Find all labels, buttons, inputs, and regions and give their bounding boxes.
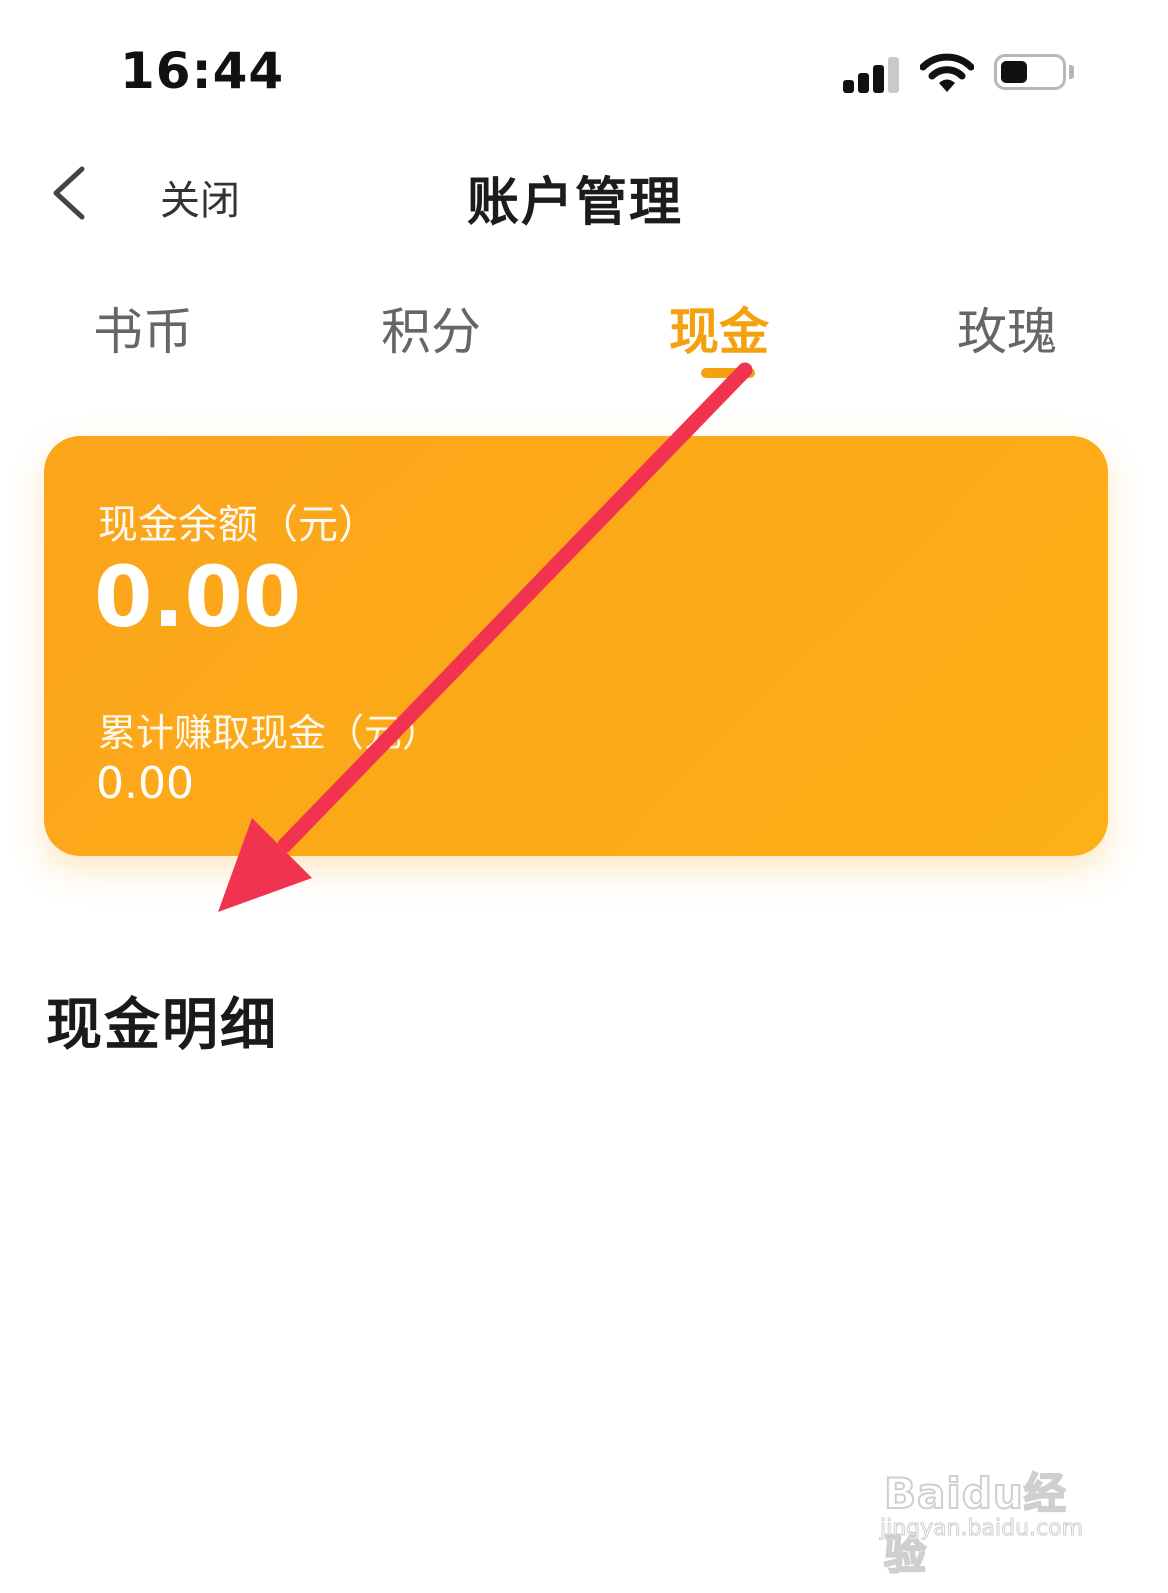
baidu-jingyan-watermark: Baidu经验 jingyan.baidu.com <box>879 1440 1100 1580</box>
cash-balance-card: 现金余额（元） 0.00 累计赚取现金（元） 0.00 <box>44 436 1108 856</box>
cumulative-earned-value: 0.00 <box>96 758 194 809</box>
cash-balance-value: 0.00 <box>94 548 302 646</box>
cellular-signal-icon <box>843 55 903 93</box>
battery-icon <box>994 54 1066 90</box>
tab-roses[interactable]: 玫瑰 <box>907 292 1107 364</box>
tab-cash[interactable]: 现金 <box>619 292 819 364</box>
watermark-url: jingyan.baidu.com <box>879 1516 1084 1542</box>
cash-balance-label: 现金余额（元） <box>98 502 378 548</box>
page-title: 账户管理 <box>466 173 683 233</box>
tab-book-coins[interactable]: 书币 <box>43 292 243 364</box>
active-tab-indicator <box>701 368 755 378</box>
tab-points[interactable]: 积分 <box>331 292 531 364</box>
battery-cap <box>1069 65 1074 79</box>
status-time: 16:44 <box>120 42 285 100</box>
cumulative-earned-label: 累计赚取现金（元） <box>98 711 441 755</box>
wifi-icon <box>920 53 974 92</box>
account-management-screen: 16:44 关闭 账户管理 书币 积分 现金 玫瑰 现金余额（元） 0.00 累… <box>0 0 1168 1593</box>
cash-details-title: 现金明细 <box>46 993 278 1058</box>
